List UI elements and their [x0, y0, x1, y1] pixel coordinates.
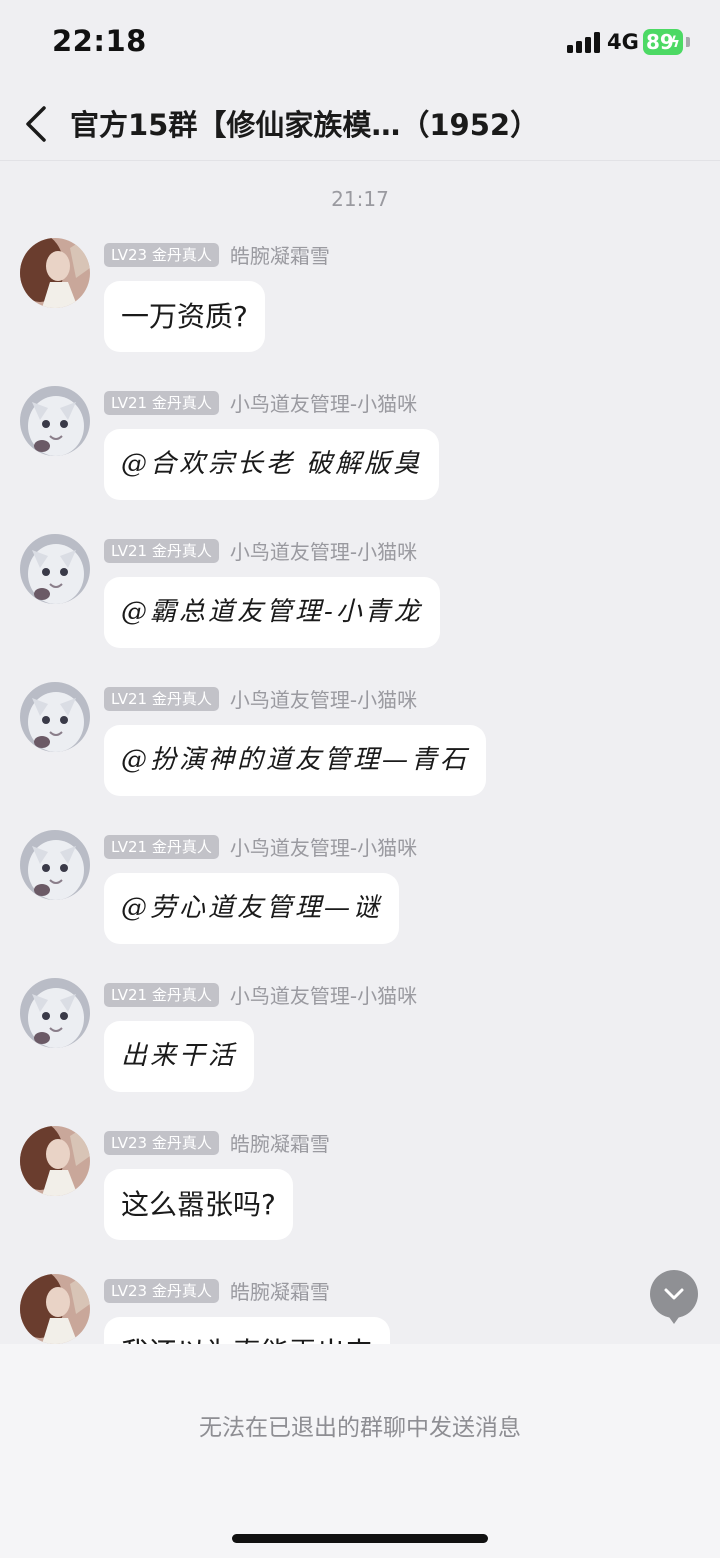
- message-bubble[interactable]: 这么嚣张吗?: [104, 1169, 293, 1240]
- message-list[interactable]: 21:17 LV23 金丹真人 皓腕凝霜雪 一万资质? LV21 金丹真人 小鸟…: [0, 161, 720, 1344]
- status-bar: 22:18 4G 89 ϟ: [0, 0, 720, 86]
- sender-meta: LV23 金丹真人 皓腕凝霜雪: [104, 1276, 330, 1305]
- sender-name[interactable]: 皓腕凝霜雪: [230, 240, 330, 269]
- battery-cap: [686, 37, 690, 47]
- warrior-avatar[interactable]: [20, 1126, 90, 1196]
- message-item: LV21 金丹真人 小鸟道友管理-小猫咪 出来干活: [0, 978, 720, 1118]
- sender-name[interactable]: 小鸟道友管理-小猫咪: [230, 980, 417, 1009]
- sender-meta: LV21 金丹真人 小鸟道友管理-小猫咪: [104, 980, 417, 1009]
- sender-meta: LV21 金丹真人 小鸟道友管理-小猫咪: [104, 536, 417, 565]
- cat-avatar[interactable]: [20, 830, 90, 900]
- status-time: 22:18: [52, 24, 147, 58]
- network-type: 4G: [607, 30, 639, 54]
- signal-icon: [567, 31, 601, 53]
- scroll-down-button[interactable]: [650, 1270, 698, 1324]
- message-bubble[interactable]: 一万资质?: [104, 281, 265, 352]
- home-indicator[interactable]: [232, 1534, 488, 1543]
- sender-name[interactable]: 小鸟道友管理-小猫咪: [230, 832, 417, 861]
- cat-avatar[interactable]: [20, 386, 90, 456]
- message-item: LV23 金丹真人 皓腕凝霜雪 一万资质?: [0, 238, 720, 378]
- message-bubble[interactable]: 出来干活: [104, 1021, 255, 1092]
- level-badge: LV21 金丹真人: [104, 538, 219, 563]
- chevron-down-icon: [664, 1288, 684, 1300]
- message-item: LV21 金丹真人 小鸟道友管理-小猫咪 @霸总道友管理-小青龙: [0, 534, 720, 674]
- message-bubble[interactable]: @合欢宗长老 破解版臭: [104, 429, 440, 500]
- chat-screen: 22:18 4G 89 ϟ 官方15群【修仙家族模…（1952） 21:17 L…: [0, 0, 720, 1558]
- group-title[interactable]: 官方15群【修仙家族模…（1952）: [70, 102, 539, 144]
- level-badge: LV21 金丹真人: [104, 834, 219, 859]
- message-item: LV23 金丹真人 皓腕凝霜雪 我还以为真能弄出来: [0, 1274, 720, 1344]
- warrior-avatar[interactable]: [20, 238, 90, 308]
- message-bubble[interactable]: @霸总道友管理-小青龙: [104, 577, 440, 648]
- sender-name[interactable]: 小鸟道友管理-小猫咪: [230, 536, 417, 565]
- level-badge: LV21 金丹真人: [104, 390, 219, 415]
- message-item: LV21 金丹真人 小鸟道友管理-小猫咪 @扮演神的道友管理—青石: [0, 682, 720, 822]
- battery-icon: 89 ϟ: [643, 29, 683, 55]
- warrior-avatar[interactable]: [20, 1274, 90, 1344]
- charging-icon: ϟ: [670, 33, 680, 51]
- cat-avatar[interactable]: [20, 682, 90, 752]
- message-item: LV21 金丹真人 小鸟道友管理-小猫咪 @劳心道友管理—谜: [0, 830, 720, 970]
- cat-avatar[interactable]: [20, 978, 90, 1048]
- nav-bar: 官方15群【修仙家族模…（1952）: [0, 86, 720, 161]
- back-icon[interactable]: [22, 104, 52, 144]
- sender-meta: LV23 金丹真人 皓腕凝霜雪: [104, 240, 330, 269]
- level-badge: LV23 金丹真人: [104, 1130, 219, 1155]
- message-item: LV21 金丹真人 小鸟道友管理-小猫咪 @合欢宗长老 破解版臭: [0, 386, 720, 526]
- exited-group-notice: 无法在已退出的群聊中发送消息: [199, 1415, 521, 1441]
- cat-avatar[interactable]: [20, 534, 90, 604]
- sender-name[interactable]: 皓腕凝霜雪: [230, 1276, 330, 1305]
- level-badge: LV21 金丹真人: [104, 686, 219, 711]
- sender-name[interactable]: 小鸟道友管理-小猫咪: [230, 388, 417, 417]
- sender-name[interactable]: 皓腕凝霜雪: [230, 1128, 330, 1157]
- message-bubble[interactable]: @劳心道友管理—谜: [104, 873, 400, 944]
- sender-name[interactable]: 小鸟道友管理-小猫咪: [230, 684, 417, 713]
- level-badge: LV23 金丹真人: [104, 1278, 219, 1303]
- sender-meta: LV21 金丹真人 小鸟道友管理-小猫咪: [104, 684, 417, 713]
- time-divider: 21:17: [331, 187, 389, 211]
- bottom-bar: 无法在已退出的群聊中发送消息: [0, 1344, 720, 1558]
- level-badge: LV21 金丹真人: [104, 982, 219, 1007]
- sender-meta: LV23 金丹真人 皓腕凝霜雪: [104, 1128, 330, 1157]
- message-item: LV23 金丹真人 皓腕凝霜雪 这么嚣张吗?: [0, 1126, 720, 1266]
- sender-meta: LV21 金丹真人 小鸟道友管理-小猫咪: [104, 832, 417, 861]
- message-bubble[interactable]: 我还以为真能弄出来: [104, 1317, 391, 1344]
- message-bubble[interactable]: @扮演神的道友管理—青石: [104, 725, 487, 796]
- level-badge: LV23 金丹真人: [104, 242, 219, 267]
- sender-meta: LV21 金丹真人 小鸟道友管理-小猫咪: [104, 388, 417, 417]
